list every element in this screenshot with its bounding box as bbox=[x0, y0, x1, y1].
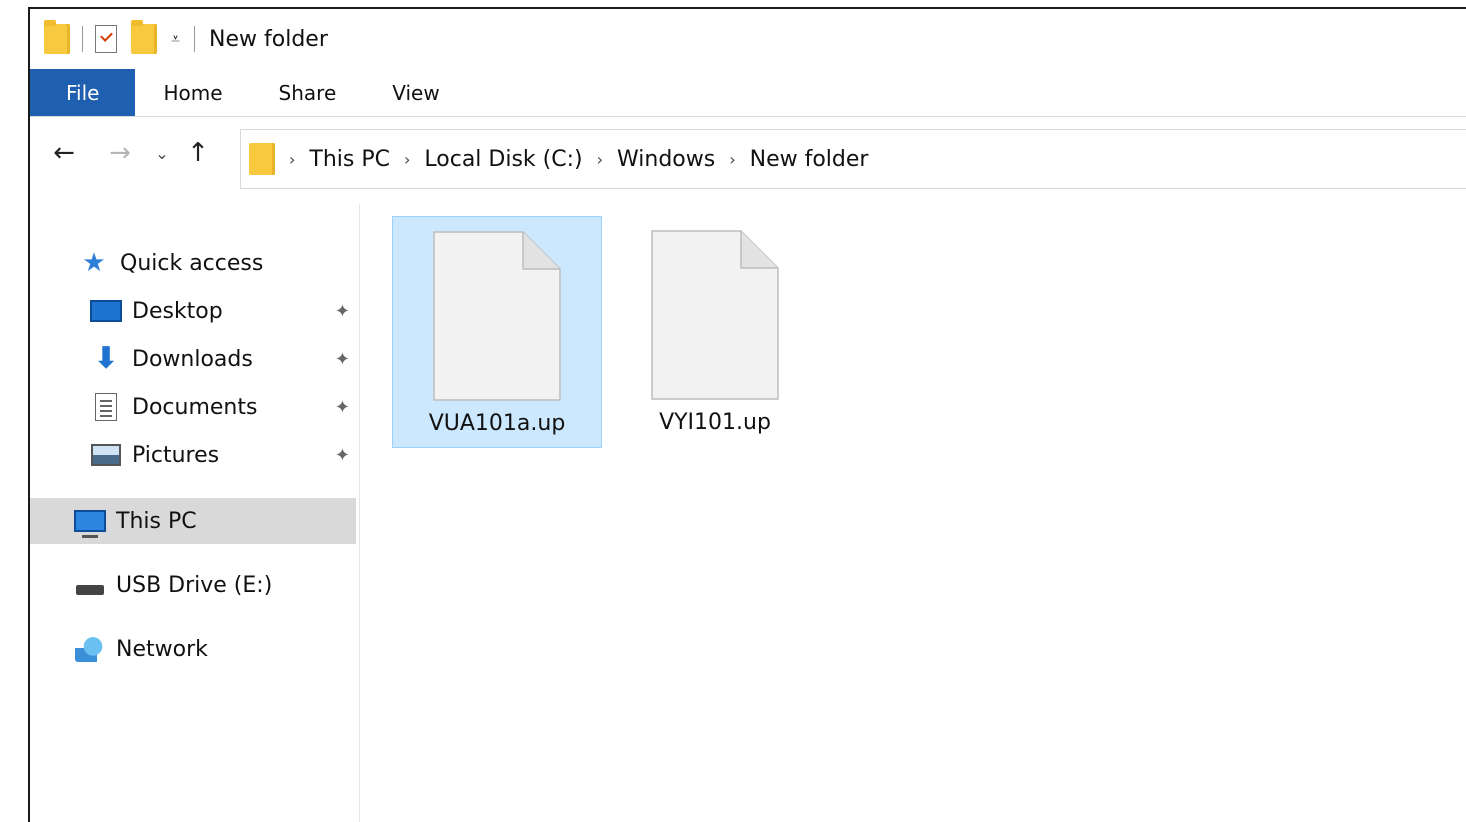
sidebar-item-documents[interactable]: Documents ✦ bbox=[30, 384, 356, 430]
sidebar-item-label: Downloads bbox=[132, 346, 253, 372]
sidebar-item-this-pc[interactable]: This PC bbox=[30, 498, 356, 544]
properties-check-icon[interactable] bbox=[95, 25, 117, 53]
chevron-right-icon[interactable]: › bbox=[597, 150, 603, 169]
explorer-window: ⩡ New folder File Home Share View ← → ⌄ … bbox=[28, 7, 1466, 822]
customize-dropdown-icon[interactable]: ⩡ bbox=[171, 31, 180, 47]
sidebar-item-label: Desktop bbox=[132, 298, 223, 324]
address-row: ← → ⌄ ↑ › This PC › Local Disk (C:) › Wi… bbox=[30, 117, 1466, 189]
window-title: New folder bbox=[209, 26, 328, 52]
tab-share[interactable]: Share bbox=[251, 69, 365, 116]
recent-locations-button[interactable]: ⌄ bbox=[148, 133, 176, 173]
back-button[interactable]: ← bbox=[44, 133, 84, 173]
sidebar-item-label: USB Drive (E:) bbox=[116, 572, 273, 598]
network-icon bbox=[74, 635, 106, 663]
sidebar-item-downloads[interactable]: ⬇ Downloads ✦ bbox=[30, 336, 356, 382]
pictures-icon bbox=[90, 441, 122, 469]
title-separator bbox=[194, 26, 196, 52]
chevron-right-icon[interactable]: › bbox=[729, 150, 735, 169]
sidebar-item-label: Network bbox=[116, 636, 208, 662]
file-item[interactable]: VUA101a.up bbox=[392, 216, 602, 448]
desktop-icon bbox=[90, 297, 122, 325]
sidebar-item-desktop[interactable]: Desktop ✦ bbox=[30, 288, 356, 334]
sidebar-item-label: This PC bbox=[116, 508, 197, 534]
forward-button[interactable]: → bbox=[100, 133, 140, 173]
computer-icon bbox=[74, 507, 106, 538]
usb-drive-icon bbox=[74, 571, 106, 599]
star-icon: ★ bbox=[82, 248, 106, 278]
sidebar-item-label: Quick access bbox=[120, 250, 264, 276]
tab-file[interactable]: File bbox=[30, 69, 136, 116]
pin-icon[interactable]: ✦ bbox=[335, 445, 350, 466]
sidebar-item-usb-drive[interactable]: USB Drive (E:) bbox=[30, 562, 356, 608]
folder-icon[interactable] bbox=[44, 20, 70, 54]
breadcrumb-windows[interactable]: Windows bbox=[617, 147, 715, 172]
chevron-right-icon[interactable]: › bbox=[404, 150, 410, 169]
sidebar-item-label: Documents bbox=[132, 394, 258, 420]
folder-icon bbox=[249, 143, 275, 175]
new-folder-icon[interactable] bbox=[131, 20, 157, 54]
up-button[interactable]: ↑ bbox=[178, 133, 218, 173]
toolbar-separator bbox=[82, 26, 83, 52]
sidebar-item-quick-access[interactable]: ★ Quick access bbox=[30, 240, 356, 286]
file-name: VUA101a.up bbox=[428, 411, 566, 436]
breadcrumb-local-disk[interactable]: Local Disk (C:) bbox=[424, 147, 582, 172]
navigation-pane: ★ Quick access Desktop ✦ ⬇ Downloads ✦ D… bbox=[30, 204, 360, 822]
download-arrow-icon: ⬇ bbox=[93, 341, 119, 376]
file-item[interactable]: VYI101.up bbox=[610, 216, 820, 448]
sidebar-item-pictures[interactable]: Pictures ✦ bbox=[30, 432, 356, 478]
breadcrumb-this-pc[interactable]: This PC bbox=[309, 147, 390, 172]
tab-home[interactable]: Home bbox=[135, 69, 250, 116]
pin-icon[interactable]: ✦ bbox=[335, 397, 350, 418]
pin-icon[interactable]: ✦ bbox=[335, 301, 350, 322]
tab-view[interactable]: View bbox=[364, 69, 467, 116]
file-name: VYI101.up bbox=[659, 410, 771, 435]
chevron-right-icon[interactable]: › bbox=[289, 150, 295, 169]
document-icon bbox=[90, 393, 122, 421]
title-bar: ⩡ New folder bbox=[30, 9, 1466, 69]
file-list[interactable]: VUA101a.up VYI101.up bbox=[362, 204, 1466, 822]
pin-icon[interactable]: ✦ bbox=[335, 349, 350, 370]
breadcrumb-new-folder[interactable]: New folder bbox=[750, 147, 869, 172]
sidebar-item-label: Pictures bbox=[132, 442, 220, 468]
address-bar[interactable]: › This PC › Local Disk (C:) › Windows › … bbox=[240, 129, 1466, 189]
blank-file-icon bbox=[433, 231, 561, 401]
ribbon-tabs: File Home Share View bbox=[30, 69, 1466, 117]
sidebar-item-network[interactable]: Network bbox=[30, 626, 356, 672]
blank-file-icon bbox=[651, 230, 779, 400]
